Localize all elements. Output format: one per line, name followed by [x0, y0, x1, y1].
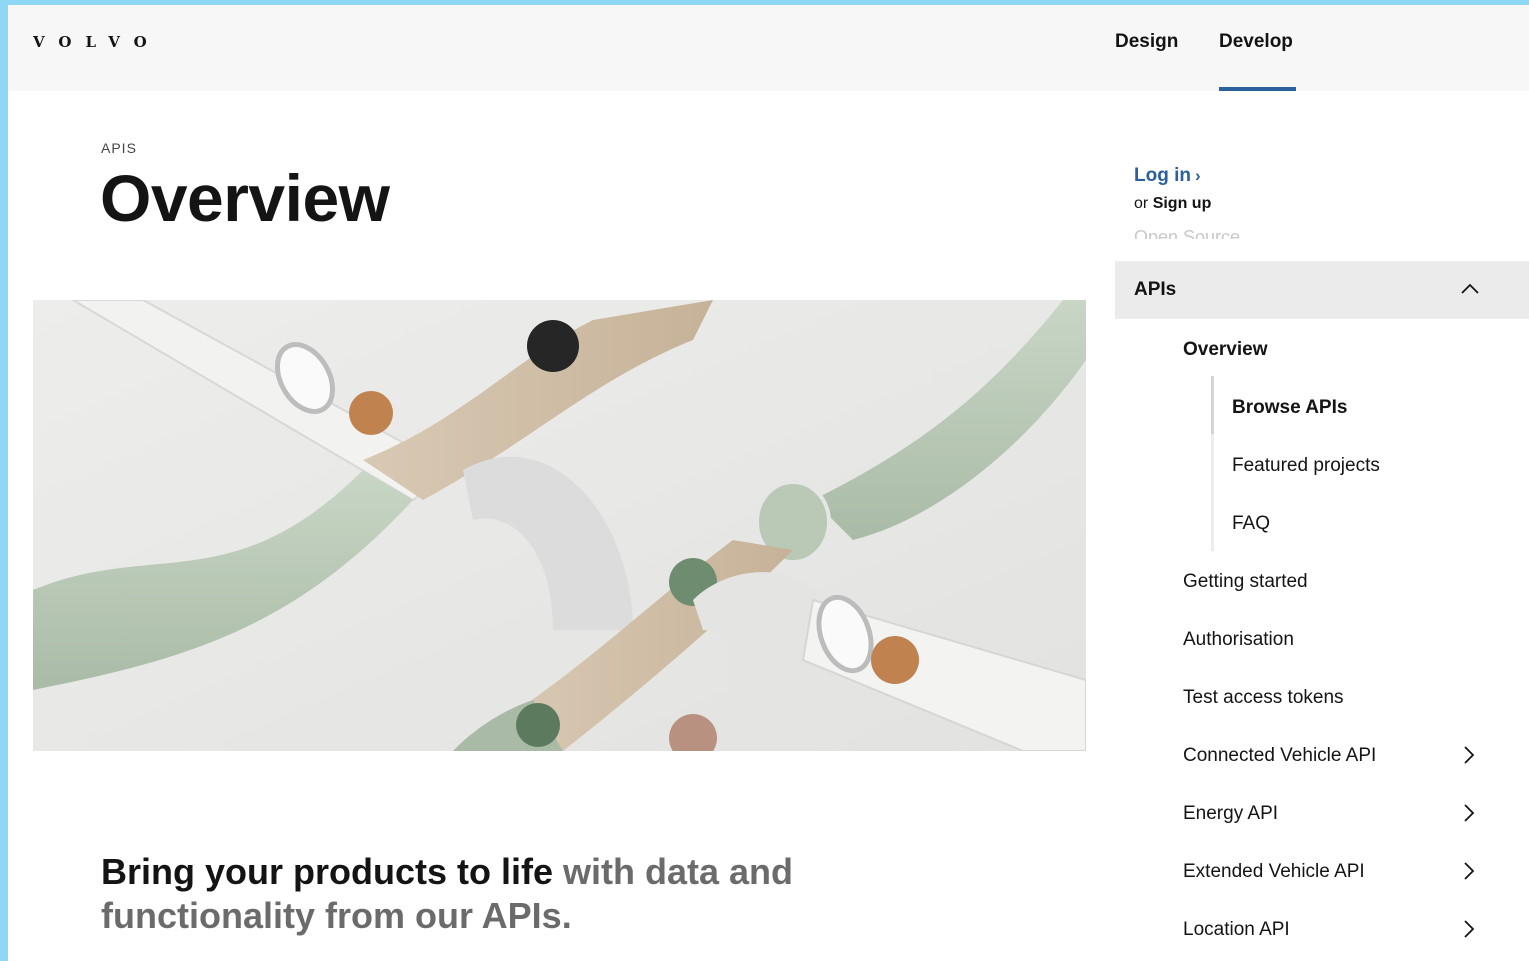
chevron-right-icon[interactable] [1463, 919, 1475, 939]
sidebar-item-browse-apis[interactable]: Browse APIs [1232, 397, 1347, 419]
sidebar-item-location-api[interactable]: Location API [1183, 919, 1290, 941]
signup-line: or Sign up [1134, 195, 1211, 213]
signup-link[interactable]: Sign up [1153, 195, 1212, 212]
login-link[interactable]: Log in › [1134, 165, 1201, 187]
lead-text: Bring your products to life with data an… [101, 850, 901, 938]
sidebar-item-extended-vehicle-api[interactable]: Extended Vehicle API [1183, 861, 1365, 883]
sidebar-item-connected-vehicle-api[interactable]: Connected Vehicle API [1183, 745, 1376, 767]
chevron-right-icon: › [1194, 166, 1201, 185]
page: VOLVO Design Develop APIS Overview Bring… [8, 5, 1529, 961]
lead-text-strong: Bring your products to life [101, 851, 554, 892]
section-label: APIs [1134, 279, 1177, 300]
or-text: or [1134, 195, 1149, 212]
sidebar-item-featured-projects[interactable]: Featured projects [1232, 455, 1380, 477]
subnav-active-indicator [1211, 376, 1214, 434]
nav-design[interactable]: Design [1115, 31, 1178, 53]
sidebar-item-open-source[interactable]: Open Source [1134, 227, 1240, 239]
abstract-tubes-illustration [33, 300, 1086, 751]
chevron-right-icon[interactable] [1463, 803, 1475, 823]
sidebar-item-energy-api[interactable]: Energy API [1183, 803, 1278, 825]
hero-image [33, 300, 1086, 751]
chevron-right-icon[interactable] [1463, 861, 1475, 881]
sidebar-item-authorisation[interactable]: Authorisation [1183, 629, 1294, 651]
top-navigation-bar: VOLVO Design Develop [8, 5, 1529, 91]
breadcrumb-eyebrow: APIS [101, 140, 137, 156]
login-label: Log in [1134, 165, 1191, 186]
chevron-right-icon[interactable] [1463, 745, 1475, 765]
volvo-logo[interactable]: VOLVO [33, 33, 161, 51]
chevron-up-icon [1461, 283, 1479, 294]
sidebar-item-test-access-tokens[interactable]: Test access tokens [1183, 687, 1344, 709]
page-title: Overview [100, 161, 390, 235]
sidebar-section-apis[interactable]: APIs [1115, 261, 1529, 319]
nav-develop[interactable]: Develop [1219, 31, 1293, 53]
sidebar-item-overview[interactable]: Overview [1183, 339, 1268, 361]
active-nav-indicator [1219, 87, 1296, 91]
sidebar-item-faq[interactable]: FAQ [1232, 513, 1270, 535]
sidebar-item-getting-started[interactable]: Getting started [1183, 571, 1308, 593]
